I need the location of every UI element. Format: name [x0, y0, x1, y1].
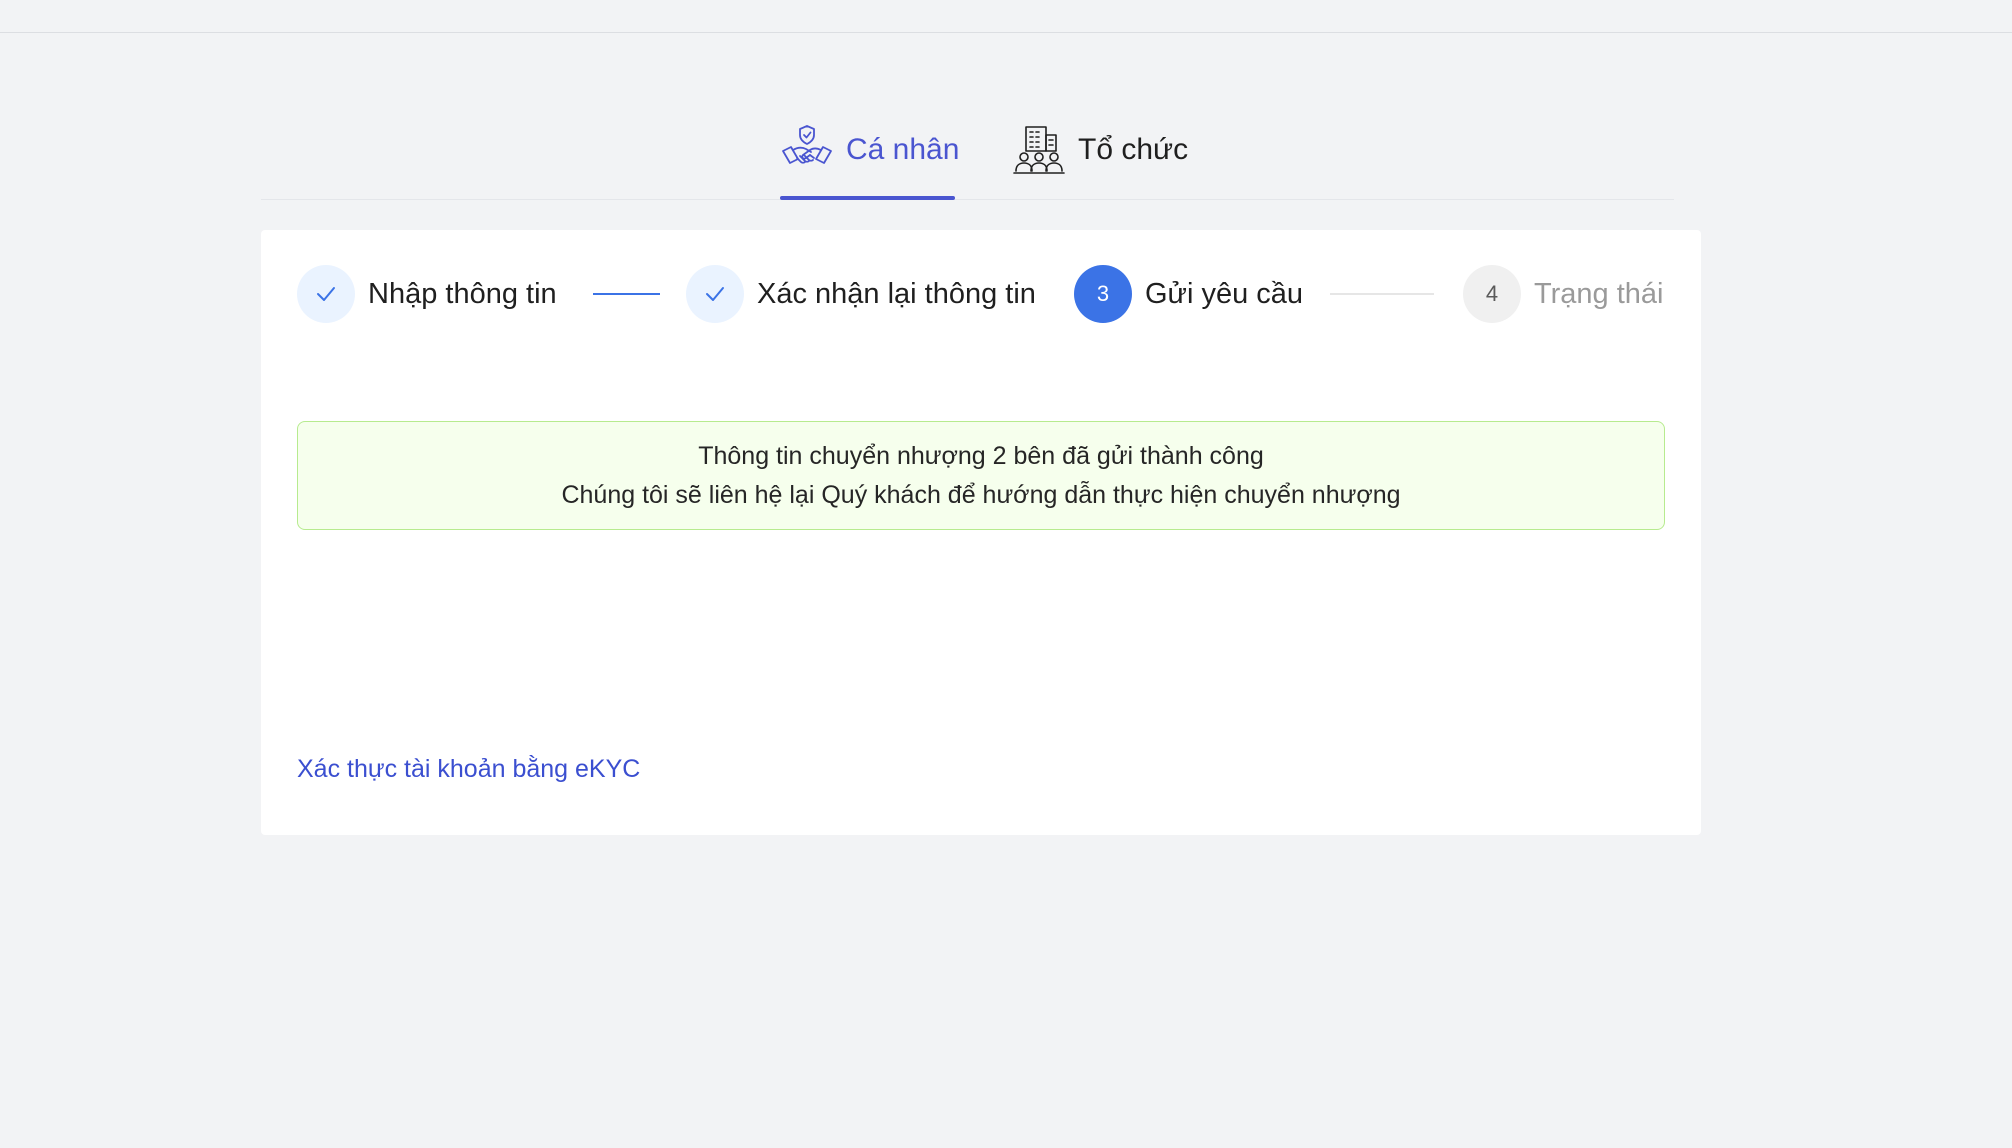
alert-line-1: Thông tin chuyển nhượng 2 bên đã gửi thà… [698, 441, 1264, 470]
step-connector [593, 293, 660, 295]
step-status: 4 Trạng thái [1463, 265, 1664, 323]
account-type-tabs: Cá nhân Tổ chức [261, 100, 1674, 200]
step-label: Xác nhận lại thông tin [757, 277, 1036, 310]
request-card: Nhập thông tin Xác nhận lại thông tin 3 … [261, 230, 1701, 835]
step-confirm-info: Xác nhận lại thông tin [686, 265, 1036, 323]
step-label: Nhập thông tin [368, 277, 557, 310]
top-bar [0, 0, 2012, 33]
tab-organization-label: Tổ chức [1078, 132, 1189, 166]
active-tab-indicator [780, 196, 955, 200]
ekyc-verify-link[interactable]: Xác thực tài khoản bằng eKYC [297, 755, 640, 784]
step-number: 3 [1074, 265, 1132, 323]
building-people-icon [1012, 123, 1066, 177]
check-icon [297, 265, 355, 323]
check-icon [686, 265, 744, 323]
success-alert: Thông tin chuyển nhượng 2 bên đã gửi thà… [297, 421, 1665, 530]
step-label: Gửi yêu cầu [1145, 277, 1304, 310]
step-label: Trạng thái [1534, 277, 1664, 310]
tab-personal-label: Cá nhân [846, 132, 960, 166]
step-connector [1330, 293, 1434, 295]
tab-personal[interactable]: Cá nhân [780, 100, 960, 200]
step-send-request: 3 Gửi yêu cầu [1074, 265, 1303, 323]
alert-line-2: Chúng tôi sẽ liên hệ lại Quý khách để hư… [561, 480, 1401, 509]
tab-organization[interactable]: Tổ chức [1012, 100, 1212, 199]
step-enter-info: Nhập thông tin [297, 265, 557, 323]
progress-steps: Nhập thông tin Xác nhận lại thông tin 3 … [297, 265, 1665, 323]
handshake-shield-icon [780, 123, 834, 177]
step-number: 4 [1463, 265, 1521, 323]
